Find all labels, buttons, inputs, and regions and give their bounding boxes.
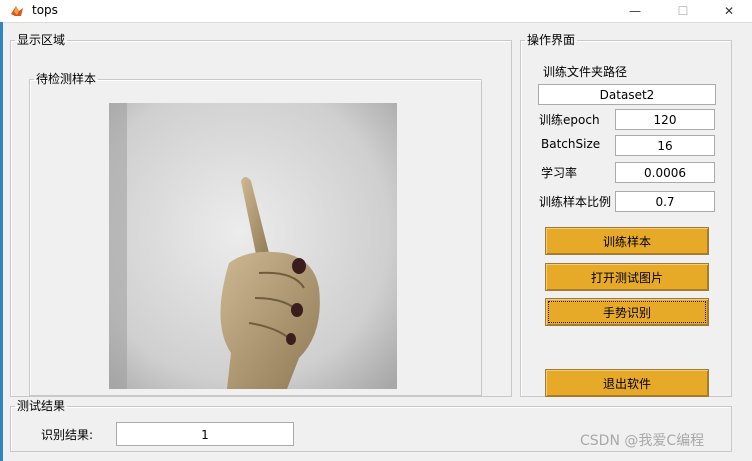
sample-group: 待检测样本 [29,73,482,396]
display-panel-title: 显示区域 [17,33,66,47]
train-samples-button[interactable]: 训练样本 [545,227,709,255]
sample-ratio-label: 训练样本比例 [539,195,612,209]
window-title: tops [32,3,58,17]
batchsize-label: BatchSize [541,137,601,151]
watermark: CSDN @我爱C编程 [580,433,705,449]
batchsize-field[interactable]: 16 [615,135,715,156]
operation-panel-title: 操作界面 [527,33,576,47]
display-panel: 显示区域 待检测样本 [10,34,512,397]
exit-software-button[interactable]: 退出软件 [545,369,709,397]
learning-rate-field[interactable]: 0.0006 [615,162,715,183]
maximize-button[interactable]: ☐ [660,0,706,22]
close-button[interactable]: ✕ [706,0,752,22]
matlab-logo-icon [11,6,23,16]
operation-panel: 操作界面 训练文件夹路径 Dataset2 训练epoch 120 BatchS… [520,34,732,397]
window-edge [0,22,3,461]
sample-ratio-field[interactable]: 0.7 [615,191,715,212]
epoch-field[interactable]: 120 [615,109,715,130]
sample-group-title: 待检测样本 [36,72,97,86]
folder-path-label: 训练文件夹路径 [543,65,628,79]
minimize-button[interactable]: — [612,0,658,22]
sample-image [109,103,397,389]
open-test-image-button[interactable]: 打开测试图片 [545,263,709,291]
epoch-label: 训练epoch [539,113,600,127]
gesture-recognition-button[interactable]: 手势识别 [545,298,709,326]
result-label: 识别结果: [41,428,94,442]
result-panel-title: 测试结果 [17,399,66,413]
hand-gesture-image [109,103,397,389]
result-field: 1 [116,422,294,446]
folder-path-field[interactable]: Dataset2 [538,84,716,105]
learning-rate-label: 学习率 [541,166,578,180]
title-bar: tops — ☐ ✕ [0,0,752,23]
